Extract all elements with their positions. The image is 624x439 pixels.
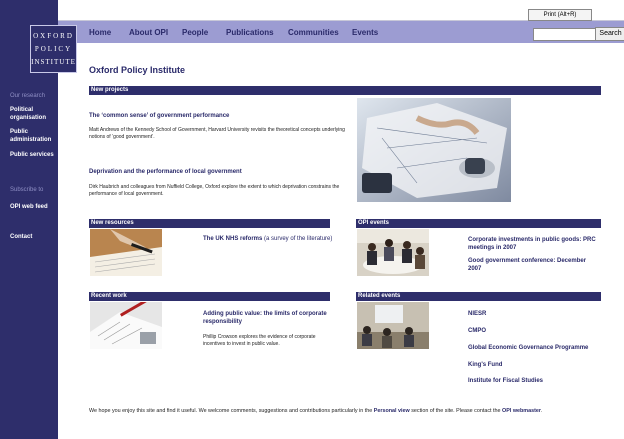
footer-link-webmaster[interactable]: OPI webmaster <box>502 408 541 414</box>
nav-home[interactable]: Home <box>89 28 111 37</box>
sidebar-item-contact[interactable]: Contact <box>10 233 58 241</box>
resources-photo <box>90 229 162 276</box>
project-description-1: Matt Andrews of the Kennedy School of Go… <box>89 127 345 140</box>
sidebar-heading-subscribe: Subscribe to <box>10 187 44 193</box>
nav-publications[interactable]: Publications <box>226 28 274 37</box>
logo-line-1: OXFORD <box>33 32 74 40</box>
project-link-deprivation[interactable]: Deprivation and the performance of local… <box>89 168 349 176</box>
related-event-niesr[interactable]: NIESR <box>468 310 486 318</box>
footer-text-a: We hope you enjoy this site and find it … <box>89 408 374 414</box>
nav-people[interactable]: People <box>182 28 208 37</box>
sidebar-item-public-services[interactable]: Public services <box>10 151 58 159</box>
search-button[interactable]: Search <box>595 27 624 41</box>
recent-work-photo <box>90 302 162 349</box>
recent-work-link[interactable]: Adding public value: the limits of corpo… <box>203 310 333 326</box>
event-link-corporate-investments[interactable]: Corporate investments in public goods: P… <box>468 236 600 252</box>
opi-events-header: OPI events <box>356 219 601 228</box>
project-link-common-sense[interactable]: The ‘common sense’ of government perform… <box>89 112 349 120</box>
nav-communities[interactable]: Communities <box>288 28 339 37</box>
resource-link-nhs[interactable]: The UK NHS reforms (a survey of the lite… <box>203 235 333 243</box>
related-event-ifs[interactable]: Institute for Fiscal Studies <box>468 377 543 385</box>
related-event-cmpo[interactable]: CMPO <box>468 327 486 335</box>
footer-text: We hope you enjoy this site and find it … <box>89 407 619 415</box>
project-description-2: Dirk Haubrich and colleagues from Nuffie… <box>89 184 340 197</box>
new-projects-header: New projects <box>89 86 601 95</box>
related-event-kings-fund[interactable]: King's Fund <box>468 361 502 369</box>
project-photo <box>357 98 511 202</box>
related-event-gegp[interactable]: Global Economic Governance Programme <box>468 344 588 352</box>
page-title: Oxford Policy Institute <box>89 65 186 75</box>
opi-logo[interactable]: OXFORD POLICY INSTITUTE <box>30 25 77 73</box>
footer-link-personal-view[interactable]: Personal view <box>374 408 410 414</box>
sidebar-item-web-feed[interactable]: OPI web feed <box>10 203 58 211</box>
nav-events[interactable]: Events <box>352 28 378 37</box>
recent-work-header: Recent work <box>89 292 330 301</box>
sidebar-item-public-administration[interactable]: Public administration <box>10 128 58 144</box>
logo-line-2: POLICY <box>34 45 73 53</box>
search-input[interactable] <box>533 28 599 41</box>
footer-text-b: section of the site. Please contact the <box>409 408 503 414</box>
new-resources-header: New resources <box>89 219 330 228</box>
logo-line-3: INSTITUTE <box>31 58 76 66</box>
related-events-photo <box>357 302 429 349</box>
sidebar-item-political-organisation[interactable]: Political organisation <box>10 106 58 122</box>
top-left-block <box>0 0 58 21</box>
sidebar-heading-research: Our research <box>10 93 46 99</box>
resource-link-suffix: (a survey of the literature) <box>262 236 333 242</box>
print-button[interactable]: Print (Alt+R) <box>528 9 592 21</box>
resource-link-text[interactable]: The UK NHS reforms <box>203 236 262 242</box>
nav-about-opi[interactable]: About OPI <box>129 28 168 37</box>
recent-work-description: Phillip Crowson explores the evidence of… <box>203 334 316 347</box>
events-photo <box>357 229 429 276</box>
event-link-good-government[interactable]: Good government conference: December 200… <box>468 257 600 273</box>
sidebar <box>0 21 58 439</box>
related-events-header: Related events <box>356 292 601 301</box>
footer-text-c: . <box>540 408 543 414</box>
